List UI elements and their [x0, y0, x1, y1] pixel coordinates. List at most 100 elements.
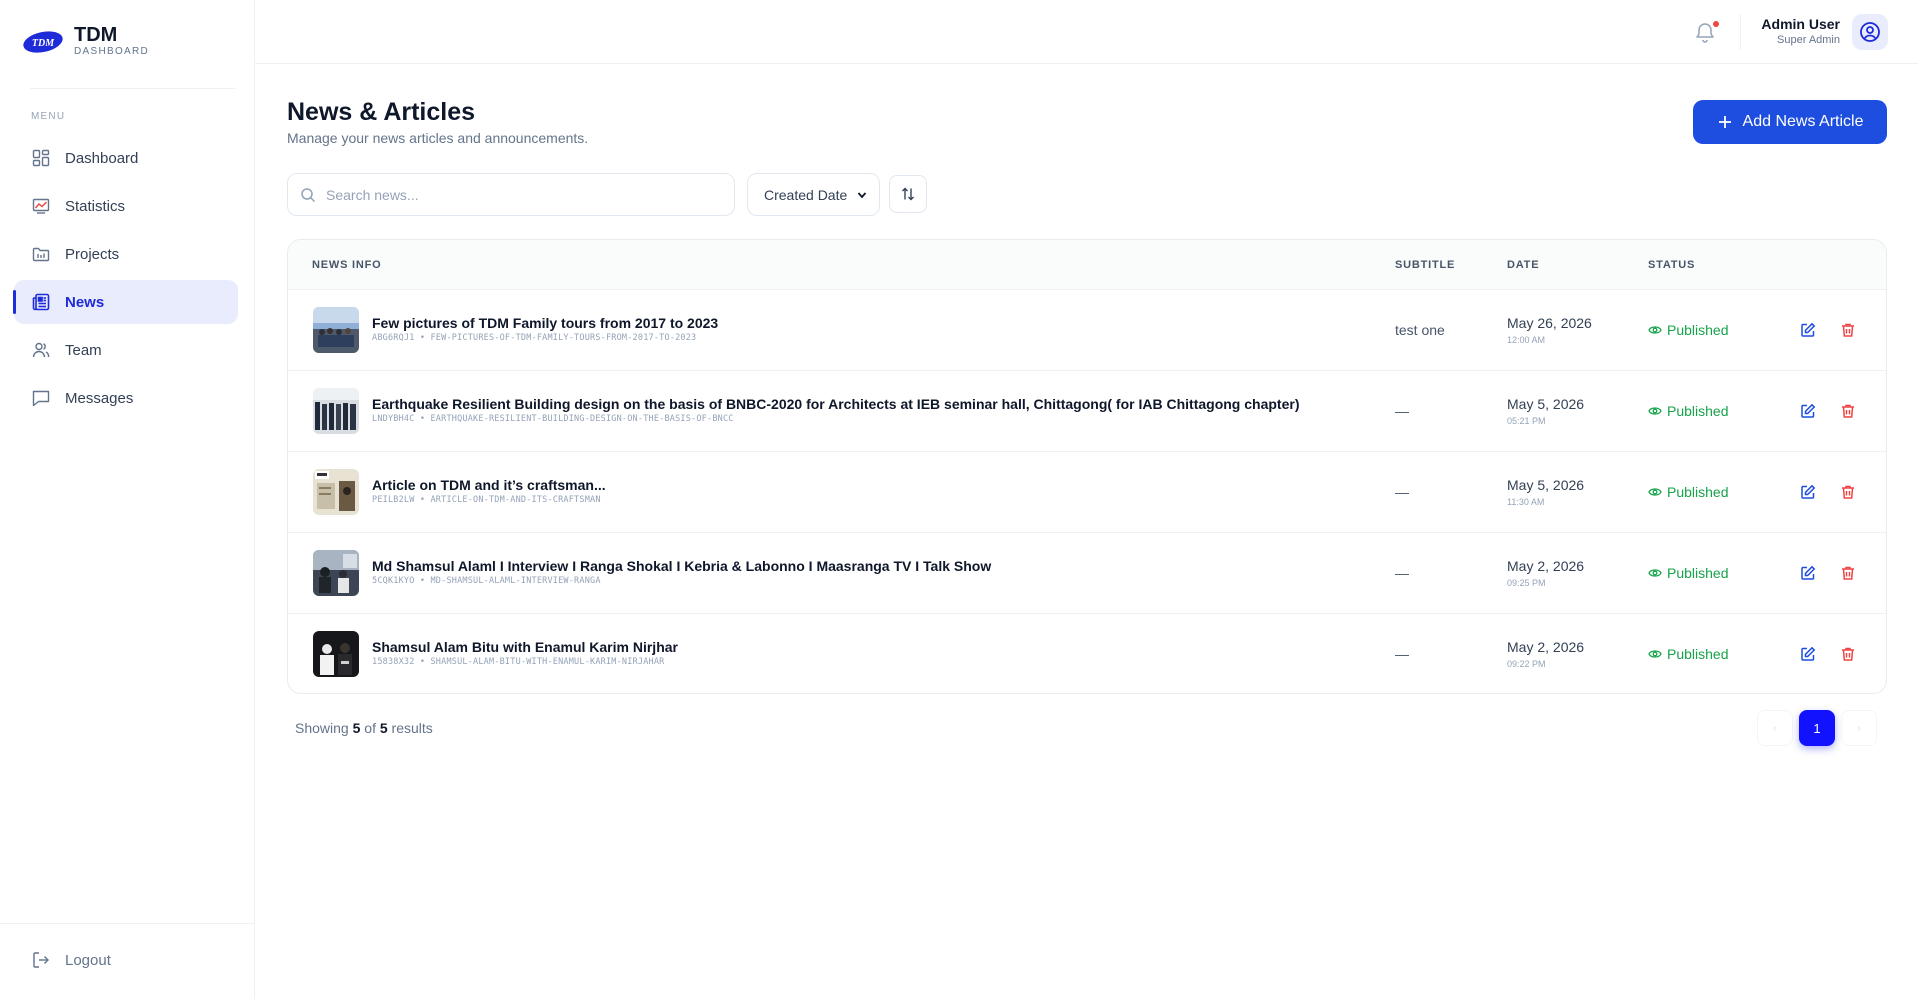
status-badge: Published [1648, 403, 1729, 419]
sidebar-item-messages[interactable]: Messages [14, 376, 238, 420]
news-title[interactable]: Md Shamsul Alaml I Interview I Ranga Sho… [372, 558, 991, 574]
edit-button[interactable] [1798, 482, 1818, 502]
divider [30, 88, 235, 89]
news-slug: LNDYBH4C • EARTHQUAKE-RESILIENT-BUILDING… [372, 414, 734, 424]
delete-button[interactable] [1838, 401, 1858, 421]
next-page-button[interactable]: › [1841, 710, 1877, 746]
sidebar-item-label: Messages [65, 389, 134, 407]
brand[interactable]: TDM TDM DASHBOARD [22, 24, 149, 58]
news-title[interactable]: Shamsul Alam Bitu with Enamul Karim Nirj… [372, 639, 678, 655]
sort-by-value: Created Date [764, 186, 848, 203]
edit-button[interactable] [1798, 401, 1818, 421]
sidebar-item-statistics[interactable]: Statistics [14, 184, 238, 228]
eye-icon [1648, 488, 1662, 496]
chevron-right-icon: › [1857, 721, 1861, 735]
eye-icon [1648, 326, 1662, 334]
edit-icon [1801, 646, 1816, 661]
trash-icon [1842, 485, 1854, 499]
team-icon [31, 340, 51, 360]
table-row[interactable]: Earthquake Resilient Building design on … [288, 371, 1886, 452]
status-label: Published [1667, 484, 1729, 500]
chevron-down-icon [858, 191, 867, 198]
tdm-logo: TDM [23, 31, 63, 53]
status-badge: Published [1648, 646, 1729, 662]
sidebar-item-news[interactable]: News [13, 280, 238, 324]
page-button-current[interactable]: 1 [1799, 710, 1835, 746]
table-row[interactable]: Few pictures of TDM Family tours from 20… [288, 290, 1886, 371]
sidebar-item-label: Team [65, 341, 102, 359]
status-label: Published [1667, 565, 1729, 581]
news-icon [31, 292, 51, 312]
results-summary: Showing 5 of 5 results [295, 720, 433, 736]
delete-button[interactable] [1838, 644, 1858, 664]
sidebar: TDM TDM DASHBOARD MENU Dashboard Statist… [0, 0, 255, 999]
news-thumbnail [313, 307, 359, 353]
news-table: NEWS INFO SUBTITLE DATE STATUS Few pictu… [287, 239, 1887, 694]
chevron-left-icon: ‹ [1773, 721, 1777, 735]
news-subtitle: — [1395, 646, 1409, 662]
page-description: Manage your news articles and announceme… [287, 130, 589, 146]
logout-icon [31, 950, 51, 970]
notification-dot [1713, 21, 1719, 27]
edit-button[interactable] [1798, 563, 1818, 583]
search-input[interactable] [326, 186, 716, 203]
table-header: NEWS INFO SUBTITLE DATE STATUS [288, 240, 1886, 290]
column-header-date[interactable]: DATE [1507, 259, 1539, 271]
news-title[interactable]: Few pictures of TDM Family tours from 20… [372, 315, 718, 331]
delete-button[interactable] [1838, 482, 1858, 502]
status-label: Published [1667, 322, 1729, 338]
messages-icon [31, 388, 51, 408]
trash-icon [1842, 647, 1854, 661]
sidebar-item-dashboard[interactable]: Dashboard [14, 136, 238, 180]
results-of: of [364, 720, 376, 736]
brand-name: TDM [74, 24, 118, 46]
news-thumbnail [313, 469, 359, 515]
add-news-article-button[interactable]: Add News Article [1693, 100, 1887, 144]
edit-button[interactable] [1798, 320, 1818, 340]
sort-by-select[interactable]: Created Date [747, 173, 880, 216]
edit-icon [1801, 565, 1816, 580]
sort-arrows-icon [902, 187, 914, 201]
trash-icon [1842, 566, 1854, 580]
news-slug: 15838X32 • SHAMSUL-ALAM-BITU-WITH-ENAMUL… [372, 657, 665, 667]
user-role: Super Admin [1777, 34, 1840, 46]
brand-subtitle: DASHBOARD [74, 46, 150, 57]
eye-icon [1648, 407, 1662, 415]
sort-direction-button[interactable] [889, 175, 927, 213]
logout-button[interactable]: Logout [31, 950, 111, 970]
sidebar-item-projects[interactable]: Projects [14, 232, 238, 276]
news-title[interactable]: Article on TDM and it’s craftsman... [372, 477, 606, 493]
column-header-subtitle[interactable]: SUBTITLE [1395, 259, 1455, 271]
results-suffix: results [391, 720, 433, 736]
news-thumbnail [313, 388, 359, 434]
previous-page-button[interactable]: ‹ [1757, 710, 1793, 746]
status-badge: Published [1648, 565, 1729, 581]
trash-icon [1842, 404, 1854, 418]
table-row[interactable]: Shamsul Alam Bitu with Enamul Karim Nirj… [288, 614, 1886, 693]
column-header-news-info[interactable]: NEWS INFO [312, 259, 382, 271]
sidebar-item-team[interactable]: Team [14, 328, 238, 372]
edit-icon [1801, 484, 1816, 499]
column-header-status[interactable]: STATUS [1648, 259, 1695, 271]
avatar[interactable] [1852, 14, 1888, 50]
plus-icon [1718, 116, 1731, 128]
delete-button[interactable] [1838, 320, 1858, 340]
page-title: News & Articles [287, 98, 476, 126]
news-time: 05:21 PM [1507, 416, 1546, 426]
results-total: 5 [379, 720, 388, 736]
status-badge: Published [1648, 322, 1729, 338]
search-box [287, 173, 735, 216]
sidebar-item-label: Statistics [65, 197, 126, 215]
news-date: May 26, 2026 [1507, 315, 1592, 331]
status-label: Published [1667, 646, 1729, 662]
news-slug: PEILB2LW • ARTICLE-ON-TDM-AND-ITS-CRAFTS… [372, 495, 601, 505]
news-title[interactable]: Earthquake Resilient Building design on … [372, 396, 1299, 412]
news-date: May 5, 2026 [1507, 396, 1585, 412]
news-thumbnail [313, 550, 359, 596]
edit-button[interactable] [1798, 644, 1818, 664]
edit-icon [1801, 322, 1816, 337]
delete-button[interactable] [1838, 563, 1858, 583]
table-row[interactable]: Article on TDM and it’s craftsman... PEI… [288, 452, 1886, 533]
table-row[interactable]: Md Shamsul Alaml I Interview I Ranga Sho… [288, 533, 1886, 614]
news-time: 09:25 PM [1507, 578, 1546, 588]
